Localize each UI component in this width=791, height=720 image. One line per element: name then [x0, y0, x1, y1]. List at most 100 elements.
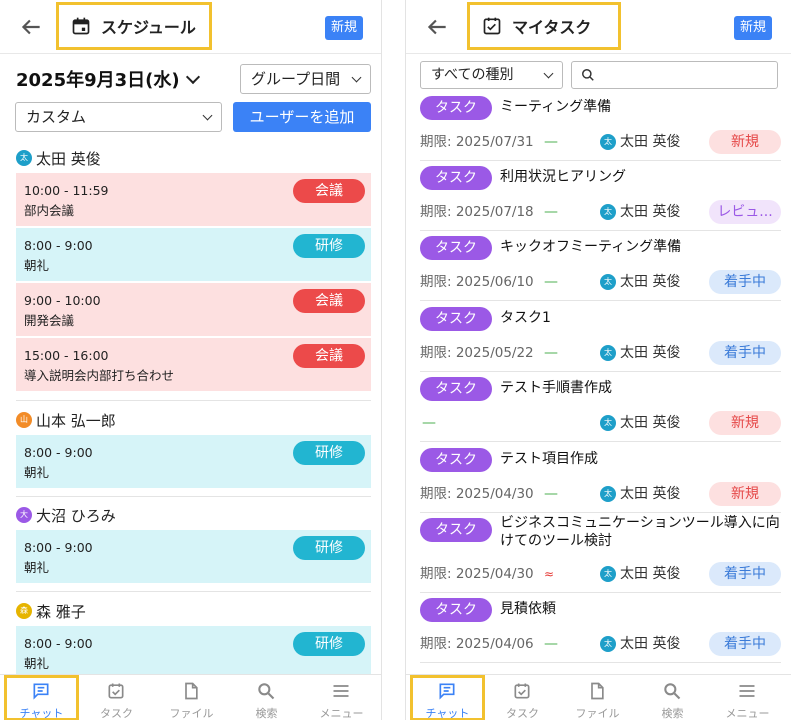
user-name: 山本 弘一郎 — [36, 411, 116, 430]
custom-select-label: カスタム — [26, 108, 87, 126]
event-item[interactable]: 8:00 - 9:00 朝礼 研修 — [16, 435, 371, 488]
avatar: 太 — [600, 486, 616, 502]
assignee: 太太田 英俊 — [600, 482, 680, 506]
assignee-name: 太田 英俊 — [620, 486, 681, 502]
back-arrow-icon[interactable] — [18, 14, 44, 40]
task-icon — [108, 683, 124, 699]
avatar: 太 — [16, 150, 32, 166]
user-block: 太太田 英俊 10:00 - 11:59 部内会議 会議 8:00 - 9:00 朝礼 研修… — [16, 143, 371, 393]
divider — [16, 400, 371, 401]
back-arrow-icon[interactable] — [424, 14, 450, 40]
status-badge[interactable]: レビュ... — [709, 200, 781, 224]
assignee: 太太田 英俊 — [600, 562, 680, 586]
user-name-row[interactable]: 山山本 弘一郎 — [16, 405, 371, 435]
assignee-name: 太田 英俊 — [620, 134, 681, 150]
divider — [420, 300, 781, 301]
avatar: 太 — [600, 134, 616, 150]
user-block: 森森 雅子 8:00 - 9:00 朝礼 研修 — [16, 596, 371, 681]
user-block: 大大沼 ひろみ 8:00 - 9:00 朝礼 研修 — [16, 500, 371, 585]
priority-indicator: — — [544, 636, 558, 652]
new-button[interactable]: 新規 — [325, 16, 364, 40]
event-item[interactable]: 15:00 - 16:00 導入説明会内部打ち合わせ 会議 — [16, 338, 371, 391]
search-icon — [582, 69, 594, 81]
chevron-down-icon — [351, 72, 362, 83]
priority-indicator: — — [422, 415, 436, 431]
nav-item-search[interactable]: 検索 — [635, 675, 710, 720]
nav-item-file[interactable]: ファイル — [154, 675, 229, 720]
nav-item-task[interactable]: タスク — [485, 675, 560, 720]
task-type-tag: タスク — [420, 96, 492, 120]
task-name: ビジネスコミュニケーションツール導入に向けてのツール検討 — [500, 515, 780, 549]
view-select[interactable]: グループ日間 — [240, 64, 371, 94]
task-type-tag: タスク — [420, 307, 492, 331]
menu-icon — [333, 685, 349, 697]
assignee-name: 太田 英俊 — [620, 566, 681, 582]
priority-indicator: — — [544, 274, 558, 290]
user-name-row[interactable]: 森森 雅子 — [16, 596, 371, 626]
assignee-name: 太田 英俊 — [620, 636, 681, 652]
task-item[interactable]: タスク 見積依頼 期限: 2025/04/06 — 太太田 英俊 着手中 — [420, 596, 781, 663]
task-name: テスト項目作成 — [500, 451, 598, 467]
task-item[interactable]: タスク テスト項目作成 期限: 2025/04/30 — 太太田 英俊 新規 — [420, 446, 781, 513]
status-badge[interactable]: 新規 — [709, 411, 781, 435]
status-badge[interactable]: 着手中 — [709, 270, 781, 294]
nav-item-file[interactable]: ファイル — [560, 675, 635, 720]
status-badge[interactable]: 着手中 — [709, 562, 781, 586]
due-date: 期限: 2025/07/31 — [420, 134, 534, 150]
nav-label: メニュー — [319, 707, 364, 720]
event-type-badge: 研修 — [293, 234, 365, 258]
event-item[interactable]: 8:00 - 9:00 朝礼 研修 — [16, 530, 371, 583]
status-badge[interactable]: 新規 — [709, 482, 781, 506]
nav-label: 検索 — [255, 707, 278, 720]
nav-item-task[interactable]: タスク — [79, 675, 154, 720]
add-user-button[interactable]: ユーザーを追加 — [233, 102, 371, 132]
chevron-down-icon — [202, 110, 213, 121]
event-type-badge: 研修 — [293, 632, 365, 656]
assignee: 太太田 英俊 — [600, 632, 680, 656]
status-badge[interactable]: 着手中 — [709, 341, 781, 365]
page-title: マイタスク — [467, 2, 621, 50]
nav-item-chat[interactable]: チャット — [410, 675, 485, 720]
nav-item-menu[interactable]: メニュー — [710, 675, 785, 720]
nav-label: チャット — [19, 707, 64, 720]
nav-item-search[interactable]: 検索 — [229, 675, 304, 720]
task-name: 利用状況ヒアリング — [500, 169, 626, 185]
event-item[interactable]: 8:00 - 9:00 朝礼 研修 — [16, 626, 371, 679]
event-name: 朝礼 — [24, 258, 50, 273]
user-name-row[interactable]: 大大沼 ひろみ — [16, 500, 371, 530]
nav-item-chat[interactable]: チャット — [4, 675, 79, 720]
due-date: 期限: 2025/07/18 — [420, 204, 534, 220]
priority-indicator: — — [544, 204, 558, 220]
calendar-icon — [72, 17, 90, 35]
event-item[interactable]: 10:00 - 11:59 部内会議 会議 — [16, 173, 371, 226]
task-item[interactable]: タスク ミーティング準備 期限: 2025/07/31 — 太太田 英俊 新規 — [420, 94, 781, 161]
event-item[interactable]: 9:00 - 10:00 開発会議 会議 — [16, 283, 371, 336]
user-name-row[interactable]: 太太田 英俊 — [16, 143, 371, 173]
event-name: 朝礼 — [24, 560, 50, 575]
task-icon — [514, 683, 530, 699]
assignee-name: 太田 英俊 — [620, 274, 681, 290]
user-name: 大沼 ひろみ — [36, 506, 116, 525]
nav-label: メニュー — [725, 707, 770, 720]
task-item[interactable]: タスク キックオフミーティング準備 期限: 2025/06/10 — 太太田 英俊 着手中 — [420, 234, 781, 301]
type-filter-select[interactable]: すべての種別 — [420, 61, 563, 89]
status-badge[interactable]: 着手中 — [709, 632, 781, 656]
due-date: 期限: 2025/04/30 — [420, 566, 534, 582]
task-item[interactable]: タスク ビジネスコミュニケーションツール導入に向けてのツール検討 期限: 2025/… — [420, 515, 781, 593]
search-input[interactable] — [571, 61, 778, 89]
custom-select[interactable]: カスタム — [15, 102, 222, 132]
user-block: 山山本 弘一郎 8:00 - 9:00 朝礼 研修 — [16, 405, 371, 490]
avatar: 森 — [16, 603, 32, 619]
task-header: マイタスク 新規 — [406, 0, 791, 54]
date-selector[interactable]: 2025年9月3日(水) — [16, 66, 200, 92]
event-type-badge: 会議 — [293, 179, 365, 203]
task-item[interactable]: タスク 利用状況ヒアリング 期限: 2025/07/18 — 太太田 英俊 レビュ... — [420, 164, 781, 231]
task-item[interactable]: タスク タスク1 期限: 2025/05/22 — 太太田 英俊 着手中 — [420, 305, 781, 372]
nav-item-menu[interactable]: メニュー — [304, 675, 379, 720]
event-item[interactable]: 8:00 - 9:00 朝礼 研修 — [16, 228, 371, 281]
event-name: 部内会議 — [24, 203, 75, 218]
nav-label: タスク — [506, 707, 539, 720]
new-button[interactable]: 新規 — [734, 16, 773, 40]
status-badge[interactable]: 新規 — [709, 130, 781, 154]
task-item[interactable]: タスク テスト手順書作成 — 太太田 英俊 新規 — [420, 375, 781, 442]
